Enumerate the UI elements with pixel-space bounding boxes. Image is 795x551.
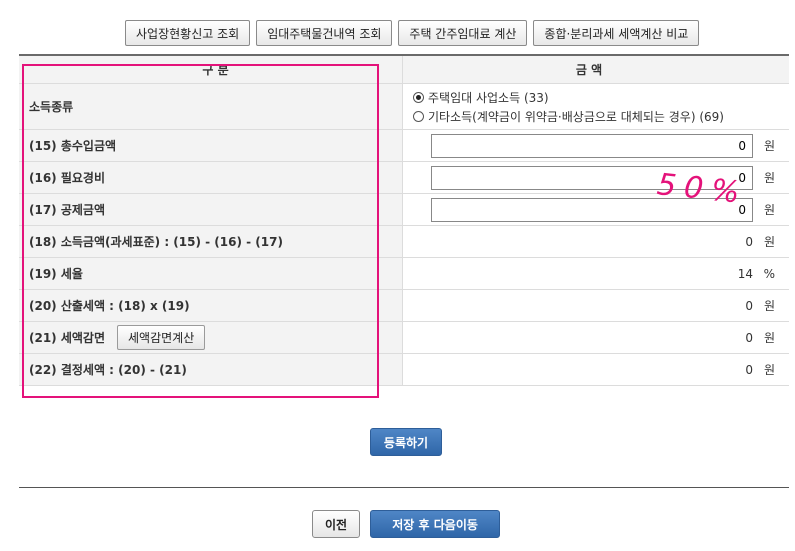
table-row-computed-tax: (20) 산출세액 : (18) x (19) 0 원	[19, 290, 789, 322]
header-amount: 금 액	[575, 63, 603, 77]
income-type-label: 소득종류	[19, 84, 403, 129]
row-label: (18) 소득금액(과세표준) : (15) - (16) - (17)	[19, 226, 403, 257]
deduction-input[interactable]	[431, 197, 753, 222]
unit-label: 원	[763, 363, 775, 377]
unit-label: 원	[763, 203, 775, 217]
radio-unchecked-icon[interactable]	[413, 110, 424, 122]
top-toolbar: 사업장현황신고 조회 임대주택물건내역 조회 주택 간주임대료 계산 종합·분리…	[125, 20, 700, 46]
row-amount: 0 원	[403, 322, 789, 353]
business-status-report-button[interactable]: 사업장현황신고 조회	[125, 20, 251, 46]
row-label: (16) 필요경비	[19, 162, 403, 193]
radio-other-income[interactable]: 기타소득(계약금이 위약금·배상금으로 대체되는 경우) (69)	[413, 108, 724, 125]
table-row-final-tax: (22) 결정세액 : (20) - (21) 0 원	[19, 354, 789, 386]
row-label-cell: (21) 세액감면 세액감면계산	[19, 322, 403, 353]
radio-housing-business[interactable]: 주택임대 사업소득 (33)	[413, 89, 549, 106]
prev-button[interactable]: 이전	[312, 510, 361, 538]
rental-housing-list-button[interactable]: 임대주택물건내역 조회	[256, 20, 393, 46]
table-row-income-type: 소득종류 주택임대 사업소득 (33) 기타소득(계약금이 위약금·배상금으로 …	[19, 84, 789, 130]
row-amount: 0 원	[403, 226, 789, 257]
unit-label: 원	[763, 331, 775, 345]
row-label: (15) 총수입금액	[19, 130, 403, 161]
row-amount: 0 원	[403, 354, 789, 385]
final-tax-value: 0	[745, 362, 753, 377]
radio-housing-business-label: 주택임대 사업소득 (33)	[428, 90, 549, 105]
register-button[interactable]: 등록하기	[370, 428, 442, 456]
save-next-button[interactable]: 저장 후 다음이동	[370, 510, 501, 538]
unit-label: %	[763, 266, 775, 281]
row-amount: 14 %	[403, 258, 789, 289]
tax-calc-table: 구 분 금 액 소득종류 주택임대 사업소득 (33) 기타소득(계약금이 위약…	[19, 54, 789, 386]
expenses-input[interactable]	[431, 165, 753, 190]
section-divider	[19, 487, 789, 488]
row-amount: 0 원	[403, 290, 789, 321]
row-label: (22) 결정세액 : (20) - (21)	[19, 354, 403, 385]
deemed-rent-calc-button[interactable]: 주택 간주임대료 계산	[398, 20, 528, 46]
bottom-actions: 이전 저장 후 다음이동	[312, 510, 501, 538]
row-amount: 원	[403, 194, 789, 225]
table-row-expenses: (16) 필요경비 원	[19, 162, 789, 194]
unit-label: 원	[763, 299, 775, 313]
computed-tax-value: 0	[745, 298, 753, 313]
table-row-total-income: (15) 총수입금액 원	[19, 130, 789, 162]
income-type-options: 주택임대 사업소득 (33) 기타소득(계약금이 위약금·배상금으로 대체되는 …	[403, 84, 789, 129]
unit-label: 원	[763, 139, 775, 153]
tax-rate-value: 14	[737, 266, 753, 281]
table-row-tax-rate: (19) 세율 14 %	[19, 258, 789, 290]
row-label: (17) 공제금액	[19, 194, 403, 225]
total-income-input[interactable]	[431, 133, 753, 158]
row-label: (19) 세율	[19, 258, 403, 289]
row-amount: 원	[403, 162, 789, 193]
table-row-tax-base: (18) 소득금액(과세표준) : (15) - (16) - (17) 0 원	[19, 226, 789, 258]
tax-base-value: 0	[745, 234, 753, 249]
unit-label: 원	[763, 235, 775, 249]
header-category: 구 분	[19, 56, 403, 83]
tax-reduction-value: 0	[745, 330, 753, 345]
radio-checked-icon[interactable]	[413, 91, 424, 103]
table-header: 구 분 금 액	[19, 56, 789, 84]
table-row-deduction: (17) 공제금액 원	[19, 194, 789, 226]
row-label: (20) 산출세액 : (18) x (19)	[19, 290, 403, 321]
row-amount: 원	[403, 130, 789, 161]
unit-label: 원	[763, 171, 775, 185]
table-row-tax-reduction: (21) 세액감면 세액감면계산 0 원	[19, 322, 789, 354]
tax-comparison-button[interactable]: 종합·분리과세 세액계산 비교	[533, 20, 700, 46]
row-label: (21) 세액감면	[29, 331, 106, 345]
tax-reduction-calc-button[interactable]: 세액감면계산	[117, 325, 206, 350]
radio-other-income-label: 기타소득(계약금이 위약금·배상금으로 대체되는 경우) (69)	[428, 109, 724, 124]
